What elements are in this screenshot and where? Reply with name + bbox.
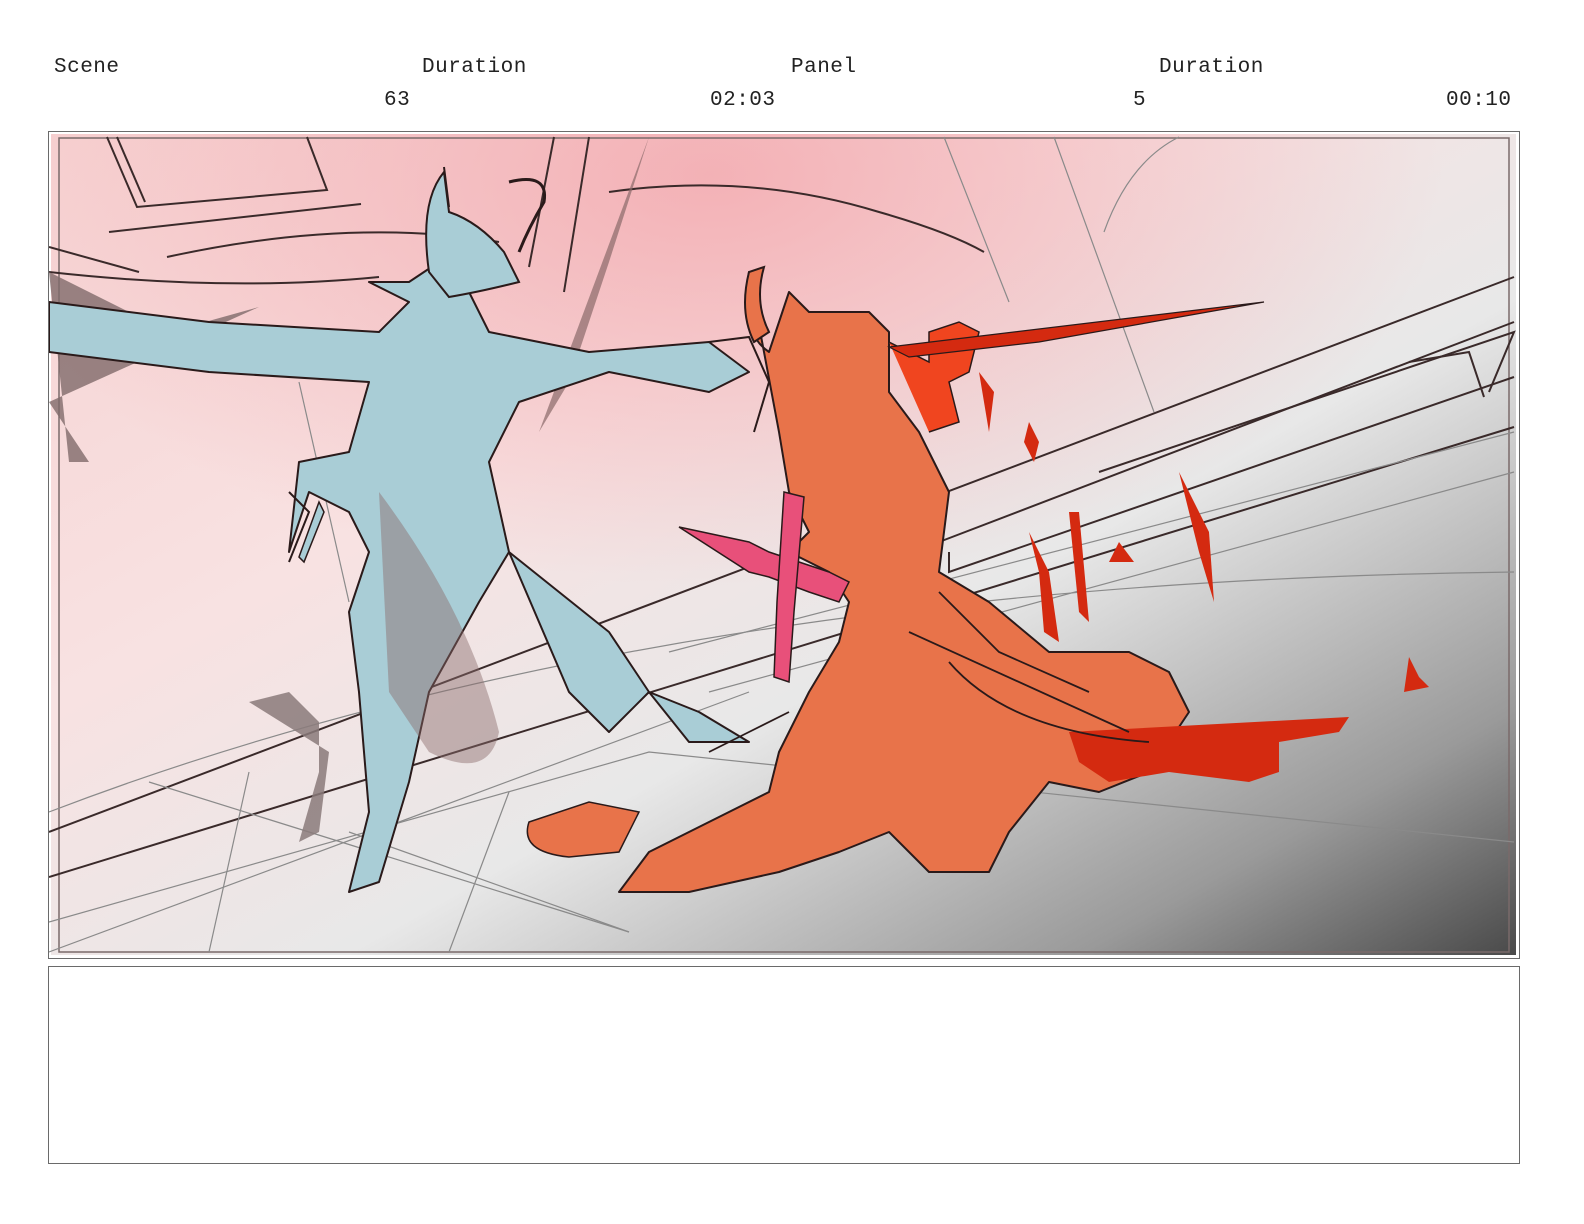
scene-label: Scene (54, 56, 120, 79)
scene-duration-value: 02:03 (710, 89, 776, 112)
scene-duration-label: Duration (422, 56, 527, 79)
panel-number: 5 (1133, 89, 1147, 112)
panel-duration-value: 00:10 (1446, 89, 1512, 112)
scene-number: 63 (384, 89, 411, 112)
panel-notes-box[interactable] (48, 966, 1520, 1164)
panel-illustration (49, 134, 1516, 955)
storyboard-panel-frame (48, 131, 1520, 959)
panel-label: Panel (791, 56, 857, 79)
panel-duration-label: Duration (1159, 56, 1264, 79)
